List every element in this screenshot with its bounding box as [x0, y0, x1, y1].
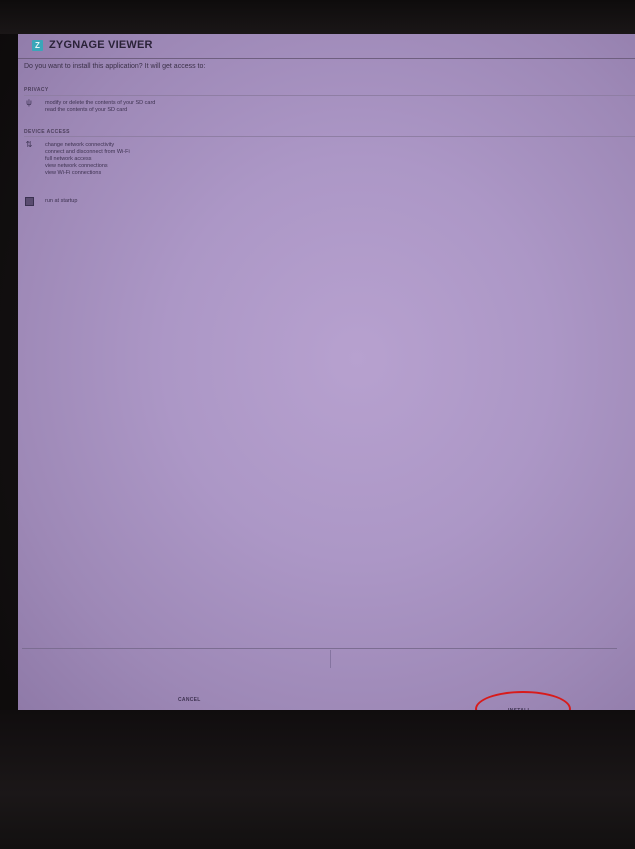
install-dialog-screen: Z ZYGNAGE VIEWER Do you want to install …: [18, 34, 635, 710]
button-bar-divider: [22, 648, 617, 649]
permission-item: change network connectivity: [45, 142, 115, 148]
install-prompt: Do you want to install this application?…: [24, 63, 206, 70]
app-icon: Z: [32, 40, 43, 51]
network-icon: ⇅: [25, 140, 33, 149]
box-icon: [25, 197, 34, 206]
monitor-bezel-top: [0, 0, 635, 34]
monitor-bezel-bottom: [0, 710, 635, 849]
section-divider: [24, 95, 635, 96]
cancel-button[interactable]: CANCEL: [178, 697, 201, 703]
section-header-device-access: DEVICE ACCESS: [24, 129, 70, 135]
usb-icon: ψ: [26, 98, 32, 107]
permission-item: view network connections: [45, 163, 108, 169]
permission-item: modify or delete the contents of your SD…: [45, 100, 156, 106]
button-separator: [330, 650, 331, 668]
app-title: ZYGNAGE VIEWER: [49, 39, 153, 51]
permission-item: connect and disconnect from Wi-Fi: [45, 149, 130, 155]
permission-item: read the contents of your SD card: [45, 107, 128, 113]
permission-item: full network access: [45, 156, 92, 162]
section-header-privacy: PRIVACY: [24, 87, 49, 93]
permission-item: view Wi-Fi connections: [45, 170, 102, 176]
section-divider: [24, 136, 635, 137]
permission-item-run-at-startup: run at startup: [45, 198, 78, 204]
title-bar: Z ZYGNAGE VIEWER: [18, 34, 635, 59]
